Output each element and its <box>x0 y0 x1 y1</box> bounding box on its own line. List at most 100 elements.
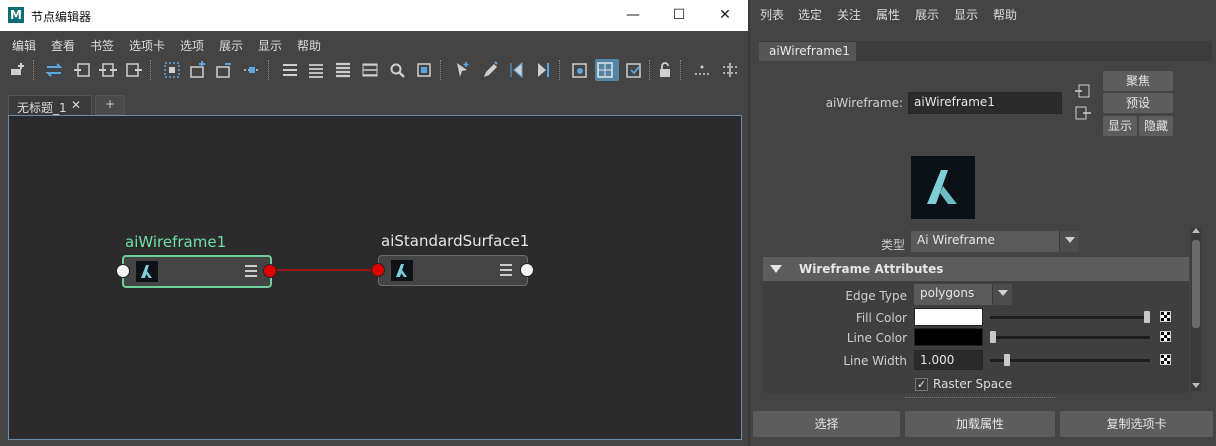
menu-display[interactable]: 显示 <box>258 37 282 54</box>
grid-toggle-icon[interactable] <box>624 59 644 81</box>
input-port-connected[interactable] <box>371 263 385 277</box>
close-button[interactable]: ✕ <box>702 0 748 31</box>
shader-swatch-icon[interactable] <box>570 59 590 81</box>
scrollbar-thumb[interactable] <box>1192 240 1200 328</box>
slider-thumb[interactable] <box>1004 354 1010 366</box>
window-title: 节点编辑器 <box>31 10 92 24</box>
search-icon[interactable] <box>387 59 407 81</box>
show-button[interactable]: 显示 <box>1103 116 1137 136</box>
input-connections-icon[interactable] <box>72 59 92 81</box>
node-aistandardsurface1[interactable] <box>378 255 528 286</box>
output-connections-icon[interactable] <box>1075 106 1091 120</box>
simple-mode-icon[interactable] <box>280 59 300 81</box>
edge-type-label: Edge Type <box>845 289 907 303</box>
slider-thumb[interactable] <box>990 331 996 343</box>
type-dropdown[interactable]: Ai Wireframe <box>911 231 1079 252</box>
grid-snap-icon[interactable] <box>595 59 619 81</box>
node-menu-icon[interactable] <box>499 263 513 277</box>
presets-button[interactable]: 预设 <box>1103 93 1173 113</box>
menu-attributes[interactable]: 属性 <box>876 6 900 23</box>
node-title-aistandardsurface1: aiStandardSurface1 <box>381 232 530 250</box>
node-aiwireframe1[interactable] <box>122 255 272 288</box>
menu-tabs[interactable]: 选项卡 <box>129 37 165 54</box>
map-texture-icon[interactable] <box>1160 311 1171 322</box>
output-port-connected[interactable] <box>263 264 277 278</box>
custom-mode-icon[interactable] <box>360 59 380 81</box>
connection-layer <box>270 269 379 271</box>
full-mode-icon[interactable] <box>333 59 353 81</box>
arnold-logo-icon <box>391 260 413 281</box>
input-connections-icon[interactable] <box>1075 84 1091 98</box>
map-texture-icon[interactable] <box>1160 354 1171 365</box>
toolbar-separator <box>33 60 35 80</box>
graph-up-down-icon[interactable] <box>242 59 262 81</box>
pin-icon[interactable] <box>452 59 472 81</box>
graph-canvas[interactable]: aiWireframe1 aiStandardSurface1 <box>8 115 742 440</box>
load-attributes-button[interactable]: 加载属性 <box>905 411 1055 437</box>
line-width-field[interactable]: 1.000 <box>914 350 983 370</box>
scroll-down-icon[interactable] <box>1192 383 1200 388</box>
section-header-wireframe-attributes[interactable]: Wireframe Attributes <box>763 257 1189 281</box>
hide-button[interactable]: 隐藏 <box>1139 116 1173 136</box>
line-color-slider[interactable] <box>990 331 1150 343</box>
focus-button[interactable]: 聚焦 <box>1103 71 1173 91</box>
node-layout-icon[interactable] <box>720 59 740 81</box>
menu-options[interactable]: 选项 <box>180 37 204 54</box>
menu-bookmarks[interactable]: 书签 <box>90 37 114 54</box>
chevron-down-icon <box>992 284 1012 305</box>
input-port[interactable] <box>116 264 130 278</box>
menu-list[interactable]: 列表 <box>760 6 784 23</box>
add-node-icon[interactable] <box>8 59 28 81</box>
close-tab-icon[interactable]: ✕ <box>71 98 81 112</box>
menu-focus[interactable]: 关注 <box>837 6 861 23</box>
tab-untitled-1[interactable]: 无标题_1 ✕ <box>8 95 92 115</box>
node-title-aiwireframe1: aiWireframe1 <box>125 233 227 251</box>
attribute-filter-icon[interactable] <box>692 59 712 81</box>
connected-mode-icon[interactable] <box>306 59 326 81</box>
input-output-connections-icon[interactable] <box>98 59 118 81</box>
menu-selected[interactable]: 选定 <box>798 6 822 23</box>
clear-graph-icon[interactable] <box>162 59 182 81</box>
line-width-slider[interactable] <box>990 354 1150 366</box>
section-separator <box>905 397 1055 398</box>
minimize-button[interactable]: — <box>610 0 656 31</box>
raster-space-label: Raster Space <box>933 377 1013 391</box>
menu-show[interactable]: 展示 <box>915 6 939 23</box>
edge-type-value: polygons <box>920 286 975 300</box>
new-tab-button[interactable]: + <box>95 95 125 115</box>
remove-selected-icon[interactable] <box>214 59 234 81</box>
line-color-swatch[interactable] <box>914 328 983 346</box>
toolbar-separator <box>268 60 270 80</box>
menu-help[interactable]: 帮助 <box>297 37 321 54</box>
slider-thumb[interactable] <box>1144 311 1150 323</box>
tab-aiwireframe1[interactable]: aiWireframe1 <box>759 42 856 61</box>
back-icon[interactable] <box>506 59 526 81</box>
raster-space-checkbox[interactable]: ✓ <box>915 378 928 391</box>
add-selected-icon[interactable] <box>188 59 208 81</box>
menu-edit[interactable]: 编辑 <box>12 37 36 54</box>
node-name-field[interactable]: aiWireframe1 <box>908 92 1062 114</box>
node-menu-icon[interactable] <box>244 264 258 278</box>
vertical-scrollbar[interactable] <box>1191 228 1201 391</box>
map-texture-icon[interactable] <box>1160 331 1171 342</box>
edge-type-dropdown[interactable]: polygons <box>914 284 1012 305</box>
edit-icon[interactable] <box>480 59 500 81</box>
menu-display[interactable]: 显示 <box>954 6 978 23</box>
menu-help[interactable]: 帮助 <box>993 6 1017 23</box>
lock-icon[interactable] <box>655 59 675 81</box>
arnold-logo-icon <box>136 261 158 282</box>
output-connections-icon[interactable] <box>124 59 144 81</box>
menu-view[interactable]: 查看 <box>51 37 75 54</box>
maximize-button[interactable]: ☐ <box>656 0 702 31</box>
menu-show[interactable]: 展示 <box>219 37 243 54</box>
forward-icon[interactable] <box>533 59 553 81</box>
output-port[interactable] <box>520 263 534 277</box>
select-button[interactable]: 选择 <box>753 411 900 437</box>
swap-arrows-icon[interactable] <box>44 59 64 81</box>
frame-all-icon[interactable] <box>414 59 434 81</box>
line-width-label: Line Width <box>843 354 907 368</box>
copy-tab-button[interactable]: 复制选项卡 <box>1060 411 1213 437</box>
fill-color-slider[interactable] <box>990 311 1150 323</box>
fill-color-swatch[interactable] <box>914 308 983 326</box>
scroll-up-icon[interactable] <box>1192 228 1200 233</box>
